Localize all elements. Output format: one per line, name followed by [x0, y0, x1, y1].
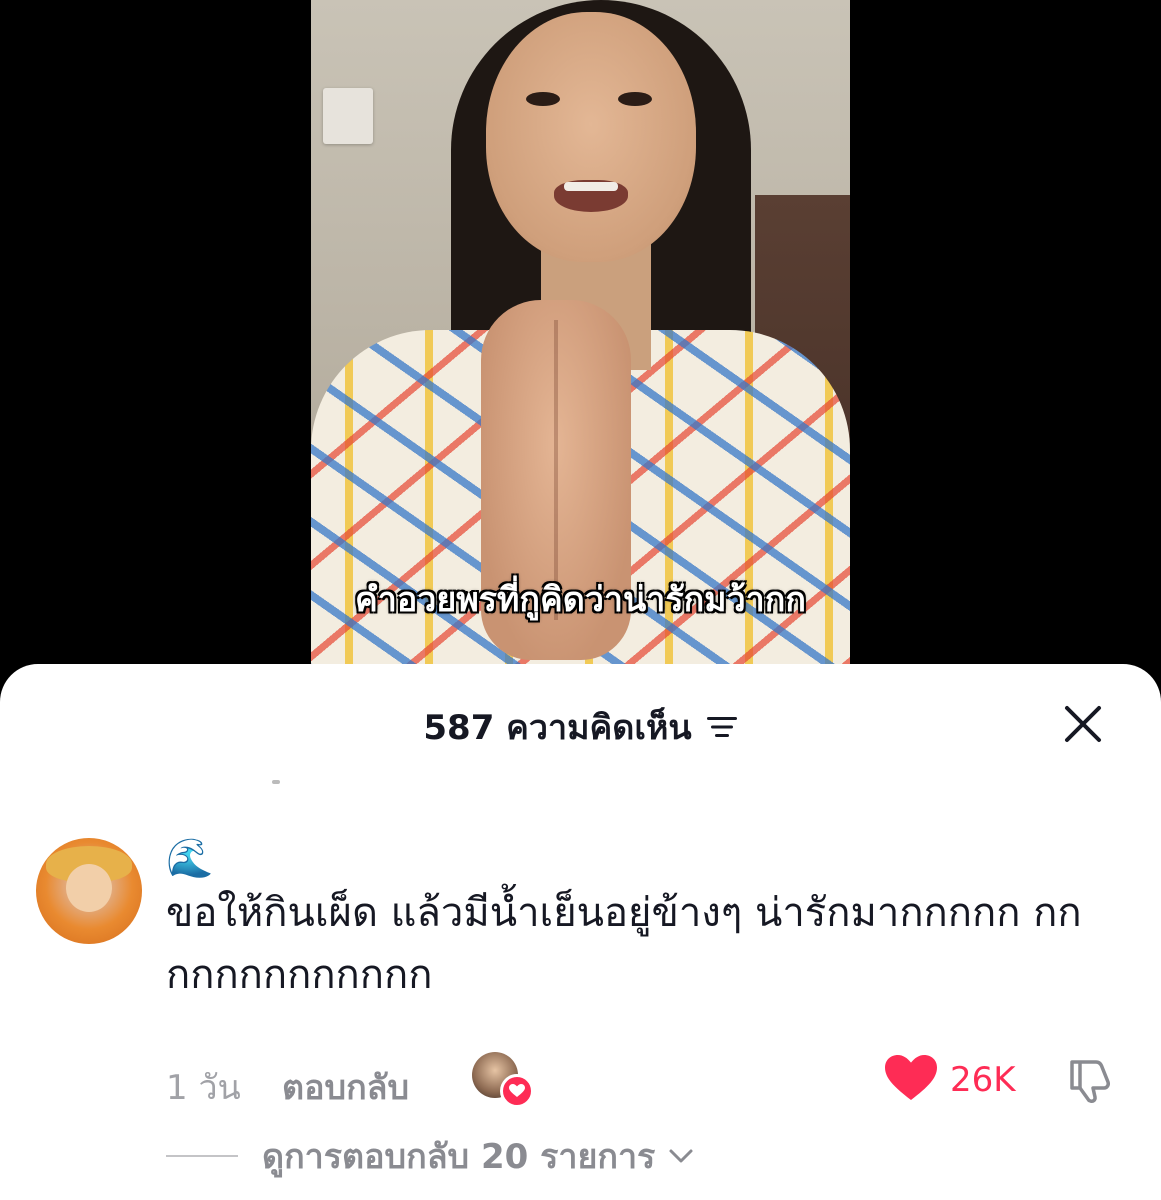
- video-subtitle: คำอวยพรที่กูคิดว่าน่ารักมว้ากก: [355, 580, 806, 620]
- comment-count-title: 587 ความคิดเห็น: [423, 708, 692, 748]
- scroll-remnant: [272, 780, 280, 784]
- wall-fixture: [323, 88, 373, 144]
- comments-sheet: 587 ความคิดเห็น 🌊 ขอให้กินเผ็ด แล้วมีน้ำ…: [0, 664, 1161, 1200]
- creator-heart-icon: [500, 1074, 534, 1108]
- video-frame[interactable]: คำอวยพรที่กูคิดว่าน่ารักมว้ากก: [311, 0, 850, 700]
- comment-timestamp: 1 วัน: [166, 1068, 241, 1108]
- like-count: 26K: [950, 1060, 1016, 1100]
- avatar-face: [66, 864, 112, 912]
- right-eye: [618, 92, 652, 106]
- view-replies-divider: [166, 1155, 238, 1157]
- comment-actions: 1 วัน ตอบกลับ 26K: [166, 1052, 1126, 1108]
- comments-header: 587 ความคิดเห็น: [0, 702, 1161, 752]
- person-face: [486, 12, 696, 262]
- comment-username[interactable]: 🌊: [166, 836, 213, 880]
- sort-icon[interactable]: [706, 714, 738, 740]
- view-replies-label[interactable]: ดูการตอบกลับ 20 รายการ: [262, 1129, 655, 1183]
- view-replies[interactable]: ดูการตอบกลับ 20 รายการ: [166, 1134, 695, 1178]
- like-heart-icon[interactable]: [884, 1054, 938, 1102]
- left-eye: [526, 92, 560, 106]
- dislike-icon[interactable]: [1064, 1054, 1116, 1106]
- comment-item: 🌊 ขอให้กินเผ็ด แล้วมีน้ำเย็นอยู่ข้างๆ น่…: [36, 836, 1126, 1196]
- mouth: [554, 180, 628, 212]
- chevron-down-icon[interactable]: [667, 1146, 695, 1166]
- close-icon[interactable]: [1063, 704, 1103, 744]
- video-player[interactable]: คำอวยพรที่กูคิดว่าน่ารักมว้ากก: [0, 0, 1161, 700]
- comment-text: ขอให้กินเผ็ด แล้วมีน้ำเย็นอยู่ข้างๆ น่าร…: [166, 890, 1082, 998]
- avatar[interactable]: [36, 838, 142, 944]
- reply-button[interactable]: ตอบกลับ: [282, 1060, 409, 1114]
